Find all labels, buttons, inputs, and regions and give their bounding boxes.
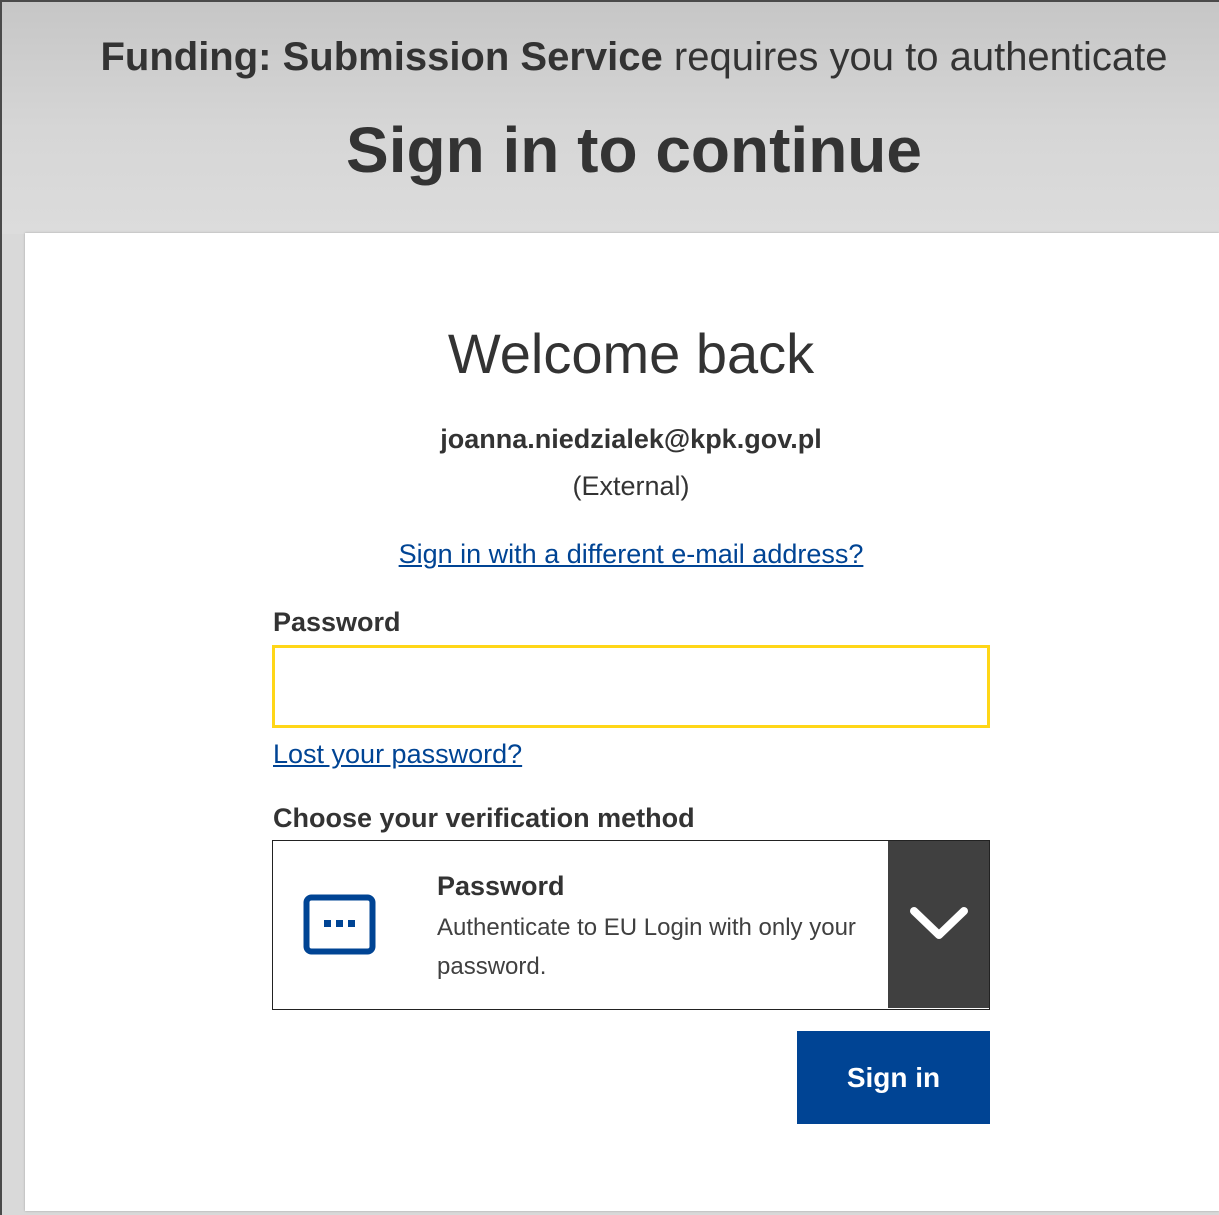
switch-account-link[interactable]: Sign in with a different e-mail address?: [25, 537, 1219, 571]
welcome-heading: Welcome back: [447, 322, 815, 385]
service-notice-text: requires you to authenticate: [662, 35, 1168, 79]
service-notice: Funding: Submission Service requires you…: [2, 32, 1219, 82]
verification-method-name: Password: [437, 871, 565, 901]
verification-method-select[interactable]: Password Authenticate to EU Login with o…: [272, 840, 990, 1010]
dropdown-toggle[interactable]: [888, 841, 989, 1008]
password-dots-icon: [303, 894, 376, 955]
verification-method-description: Authenticate to EU Login with only your …: [437, 914, 856, 980]
user-email: joanna.niedzialek@kpk.gov.pl: [440, 424, 822, 454]
password-label: Password: [273, 607, 401, 637]
page-header: Funding: Submission Service requires you…: [2, 2, 1219, 234]
password-input[interactable]: [272, 645, 990, 728]
account-type: (External): [572, 471, 690, 501]
sign-in-button[interactable]: Sign in: [797, 1031, 990, 1124]
verification-method-label: Choose your verification method: [273, 803, 695, 833]
lost-password-link[interactable]: Lost your password?: [273, 737, 522, 771]
chevron-down-icon: [910, 907, 968, 939]
service-name: Funding: Submission Service: [100, 35, 663, 79]
page-title: Sign in to continue: [346, 114, 922, 186]
